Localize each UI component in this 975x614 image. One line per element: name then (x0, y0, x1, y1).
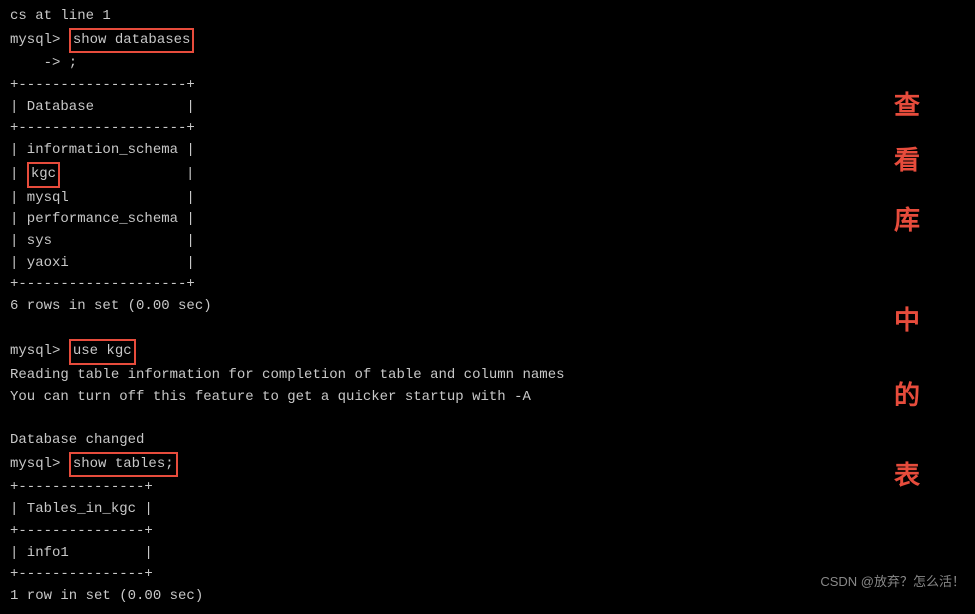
show-tables-line: mysql> show tables; (10, 452, 965, 478)
csdn-watermark: CSDN @放弃？怎么活！ (820, 571, 965, 590)
db-row-kgc: | kgc | (10, 162, 965, 188)
border-3: +--------------------+ (10, 274, 965, 296)
terminal: cs at line 1 mysql> show databases -> ; … (0, 0, 975, 614)
annotation-de: 的 (894, 375, 920, 412)
annotation-biao: 表 (894, 455, 920, 492)
border-1: +--------------------+ (10, 75, 965, 97)
annotation-kan: 看 (894, 140, 920, 177)
use-kgc-cmd: use kgc (69, 339, 136, 365)
reading-table-line: Reading table information for completion… (10, 365, 965, 387)
rows-count-1: 6 rows in set (0.00 sec) (10, 296, 965, 318)
use-kgc-line: mysql> use kgc (10, 339, 965, 365)
border-5: +---------------+ (10, 521, 965, 543)
db-row-4: | sys | (10, 231, 965, 253)
turn-off-line: You can turn off this feature to get a q… (10, 387, 965, 409)
prompt-3: mysql> (10, 454, 69, 476)
table-row-info1: | info1 | (10, 543, 965, 565)
show-tables-cmd: show tables; (69, 452, 178, 478)
db-row-2: | mysql | (10, 188, 965, 210)
prompt-2: mysql> (10, 341, 69, 363)
show-databases-line: mysql> show databases (10, 28, 965, 54)
blank-2 (10, 408, 965, 430)
continuation-line: -> ; (10, 53, 965, 75)
db-row-3: | performance_schema | (10, 209, 965, 231)
prompt-1: mysql> (10, 30, 69, 52)
continuation-text: -> ; (10, 53, 77, 75)
db-row-1: | information_schema | (10, 140, 965, 162)
prev-line: cs at line 1 (10, 6, 965, 28)
header-row: | Database | (10, 97, 965, 119)
annotation-zhong: 中 (894, 300, 920, 337)
show-databases-cmd: show databases (69, 28, 195, 54)
border-4: +---------------+ (10, 477, 965, 499)
kgc-highlight: kgc (27, 162, 60, 188)
tables-header: | Tables_in_kgc | (10, 499, 965, 521)
annotation-ku: 库 (894, 200, 920, 237)
db-row-5: | yaoxi | (10, 253, 965, 275)
db-changed-line: Database changed (10, 430, 965, 452)
blank-1 (10, 318, 965, 340)
annotation-cha: 查 (894, 85, 920, 122)
border-2: +--------------------+ (10, 118, 965, 140)
